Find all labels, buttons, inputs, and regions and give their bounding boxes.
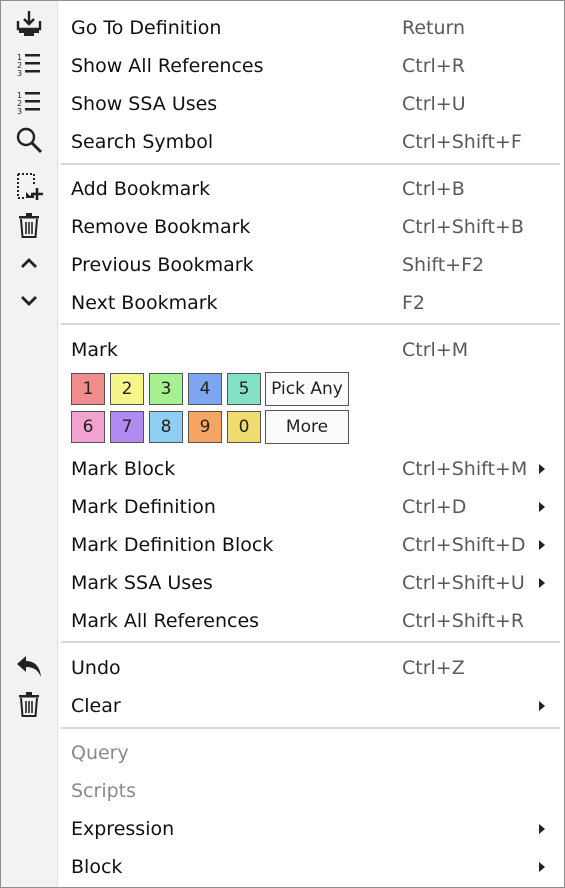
menu-item-mark-definition-block[interactable]: Mark Definition Block Ctrl+Shift+D bbox=[1, 526, 564, 564]
menu-item-mark-all-references[interactable]: Mark All References Ctrl+Shift+R bbox=[1, 602, 564, 640]
submenu-arrow-icon bbox=[539, 824, 545, 834]
menu-item-query: Query bbox=[1, 734, 564, 772]
menu-item-search-symbol[interactable]: Search Symbol Ctrl+Shift+F bbox=[1, 123, 564, 161]
menu-item-shortcut: Ctrl+Shift+B bbox=[402, 216, 524, 238]
submenu-arrow-icon bbox=[539, 502, 545, 512]
menu-item-previous-bookmark[interactable]: Previous Bookmark Shift+F2 bbox=[1, 246, 564, 284]
menu-item-add-bookmark[interactable]: Add Bookmark Ctrl+B bbox=[1, 170, 564, 208]
menu-item-label: Next Bookmark bbox=[71, 292, 218, 314]
menu-item-undo[interactable]: Undo Ctrl+Z bbox=[1, 649, 564, 687]
mark-color-swatch[interactable]: 5 bbox=[227, 373, 261, 405]
menu-item-block[interactable]: Block bbox=[1, 848, 564, 886]
menu-item-label: Expression bbox=[71, 818, 175, 840]
menu-item-shortcut: Return bbox=[402, 17, 466, 39]
submenu-arrow-icon bbox=[539, 578, 545, 588]
menu-item-label: Remove Bookmark bbox=[71, 216, 251, 238]
menu-item-label: Show All References bbox=[71, 55, 264, 77]
mark-color-swatch[interactable]: 0 bbox=[227, 411, 261, 443]
menu-item-show-ssa-uses[interactable]: Show SSA Uses Ctrl+U bbox=[1, 85, 564, 123]
menu-item-label: Add Bookmark bbox=[71, 178, 211, 200]
more-colors-button[interactable]: More bbox=[265, 410, 349, 444]
pick-any-color-button[interactable]: Pick Any bbox=[265, 372, 349, 406]
menu-item-clear[interactable]: Clear bbox=[1, 687, 564, 725]
mark-color-swatch[interactable]: 4 bbox=[188, 373, 222, 405]
submenu-arrow-icon bbox=[539, 701, 545, 711]
menu-item-label: Mark Definition bbox=[71, 496, 216, 518]
menu-item-shortcut: Ctrl+Shift+U bbox=[402, 572, 525, 594]
menu-item-expression[interactable]: Expression bbox=[1, 810, 564, 848]
mark-color-swatch[interactable]: 7 bbox=[110, 411, 144, 443]
menu-item-mark-block[interactable]: Mark Block Ctrl+Shift+M bbox=[1, 450, 564, 488]
menu-item-next-bookmark[interactable]: Next Bookmark F2 bbox=[1, 284, 564, 322]
menu-item-mark-ssa-uses[interactable]: Mark SSA Uses Ctrl+Shift+U bbox=[1, 564, 564, 602]
menu-item-label: Mark Definition Block bbox=[71, 534, 274, 556]
menu-item-label: Block bbox=[71, 856, 123, 878]
menu-item-label: Scripts bbox=[71, 780, 137, 802]
menu-separator bbox=[61, 727, 560, 729]
submenu-arrow-icon bbox=[539, 540, 545, 550]
context-menu: 123 123 Go To Definition Return Show All … bbox=[0, 0, 565, 888]
menu-item-label: Search Symbol bbox=[71, 131, 214, 153]
mark-color-swatch[interactable]: 2 bbox=[110, 373, 144, 405]
menu-item-label: Show SSA Uses bbox=[71, 93, 218, 115]
menu-item-remove-bookmark[interactable]: Remove Bookmark Ctrl+Shift+B bbox=[1, 208, 564, 246]
menu-separator bbox=[61, 323, 560, 325]
menu-item-shortcut: Ctrl+R bbox=[402, 55, 465, 77]
menu-item-show-all-references[interactable]: Show All References Ctrl+R bbox=[1, 47, 564, 85]
menu-item-shortcut: Ctrl+Shift+M bbox=[402, 458, 528, 480]
menu-item-shortcut: F2 bbox=[402, 292, 426, 314]
menu-separator bbox=[61, 641, 560, 643]
menu-item-shortcut: Ctrl+D bbox=[402, 496, 467, 518]
submenu-arrow-icon bbox=[539, 862, 545, 872]
menu-item-label: Mark Block bbox=[71, 458, 176, 480]
menu-item-shortcut: Ctrl+Shift+R bbox=[402, 610, 525, 632]
menu-item-label: Mark bbox=[71, 339, 118, 361]
mark-color-swatch[interactable]: 1 bbox=[71, 373, 105, 405]
menu-item-shortcut: Ctrl+U bbox=[402, 93, 466, 115]
menu-item-shortcut: Ctrl+Shift+D bbox=[402, 534, 526, 556]
menu-item-mark[interactable]: Mark Ctrl+M bbox=[1, 331, 564, 369]
menu-item-shortcut: Shift+F2 bbox=[402, 254, 485, 276]
menu-separator bbox=[61, 163, 560, 165]
menu-item-shortcut: Ctrl+Z bbox=[402, 657, 465, 679]
menu-item-label: Go To Definition bbox=[71, 17, 222, 39]
menu-item-go-to-definition[interactable]: Go To Definition Return bbox=[1, 9, 564, 47]
mark-color-swatch[interactable]: 9 bbox=[188, 411, 222, 443]
menu-item-label: Mark SSA Uses bbox=[71, 572, 213, 594]
menu-item-label: Clear bbox=[71, 695, 121, 717]
menu-item-shortcut: Ctrl+Shift+F bbox=[402, 131, 522, 153]
menu-item-label: Undo bbox=[71, 657, 121, 679]
menu-item-label: Previous Bookmark bbox=[71, 254, 254, 276]
menu-item-shortcut: Ctrl+M bbox=[402, 339, 469, 361]
mark-color-swatch[interactable]: 3 bbox=[149, 373, 183, 405]
menu-item-label: Mark All References bbox=[71, 610, 260, 632]
menu-item-shortcut: Ctrl+B bbox=[402, 178, 465, 200]
submenu-arrow-icon bbox=[539, 464, 545, 474]
menu-item-mark-definition[interactable]: Mark Definition Ctrl+D bbox=[1, 488, 564, 526]
mark-color-swatch[interactable]: 6 bbox=[71, 411, 105, 443]
mark-color-swatch[interactable]: 8 bbox=[149, 411, 183, 443]
menu-item-label: Query bbox=[71, 742, 129, 764]
menu-item-scripts: Scripts bbox=[1, 772, 564, 810]
